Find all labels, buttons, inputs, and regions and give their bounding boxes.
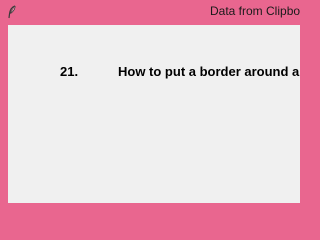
app-window: Data from Clipboard 21. How to put a bor… [0, 0, 300, 210]
item-number: 21. [60, 64, 79, 79]
window-title: Data from Clipboard [210, 4, 300, 18]
list-item: 21. How to put a border around a Frame i… [8, 62, 300, 82]
title-bar[interactable]: Data from Clipboard [0, 0, 300, 24]
item-text: How to put a border around a Frame in Py… [118, 64, 300, 79]
feather-icon[interactable] [7, 5, 17, 19]
client-area: 21. How to put a border around a Frame i… [8, 25, 300, 203]
